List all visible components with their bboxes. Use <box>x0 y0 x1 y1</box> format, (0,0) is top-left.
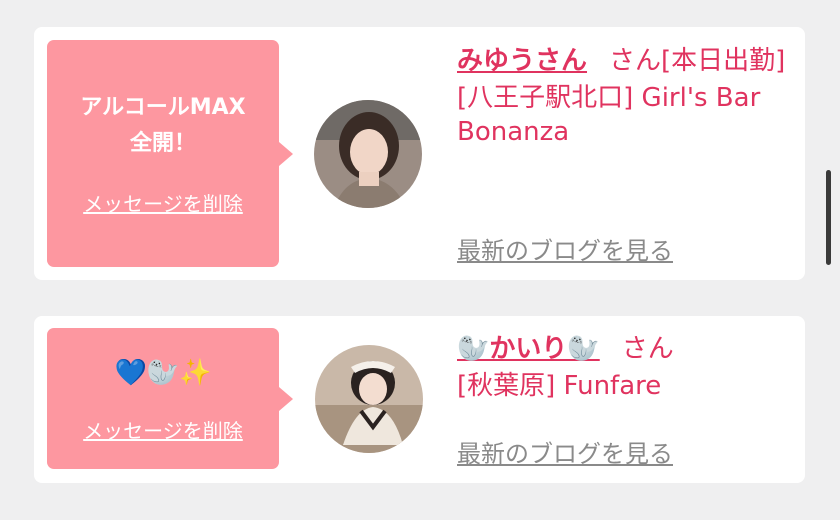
cast-name-link[interactable]: みゆうさん <box>457 46 587 76</box>
cast-status-text: さん[本日出勤] <box>609 46 786 76</box>
shop-name: [秋葉原] Funfare <box>457 371 662 401</box>
cast-name-link[interactable]: 🦭かいり🦭 <box>457 334 600 364</box>
cast-info: みゆうさん さん[本日出勤] [八王子駅北口] Girl's Bar Bonanz… <box>457 44 797 149</box>
cast-card: 💙🦭✨ メッセージを削除 🦭かいり🦭 さん [秋葉原] Funfare 最新のブロ… <box>34 316 805 483</box>
delete-message-link[interactable]: メッセージを削除 <box>47 188 279 217</box>
cast-status-text: さん <box>621 334 674 364</box>
scrollbar[interactable] <box>826 170 831 265</box>
avatar[interactable] <box>314 100 422 208</box>
message-bubble: アルコールMAX 全開！ メッセージを削除 <box>47 40 293 267</box>
message-text: 💙🦭✨ <box>114 358 212 388</box>
cast-card: アルコールMAX 全開！ メッセージを削除 みゆうさん さん[本日出勤] [八王子… <box>34 27 805 280</box>
latest-blog-link[interactable]: 最新のブログを見る <box>457 434 673 469</box>
message-text: アルコールMAX 全開！ <box>80 95 246 156</box>
avatar[interactable] <box>315 345 423 453</box>
woman-maid-photo <box>315 345 423 453</box>
message-bubble: 💙🦭✨ メッセージを削除 <box>47 328 293 469</box>
woman-portrait-photo <box>314 100 422 208</box>
delete-message-link[interactable]: メッセージを削除 <box>47 415 279 444</box>
cast-info: 🦭かいり🦭 さん [秋葉原] Funfare <box>457 332 797 403</box>
latest-blog-link[interactable]: 最新のブログを見る <box>457 231 673 266</box>
shop-name: [八王子駅北口] Girl's Bar Bonanza <box>457 83 761 147</box>
